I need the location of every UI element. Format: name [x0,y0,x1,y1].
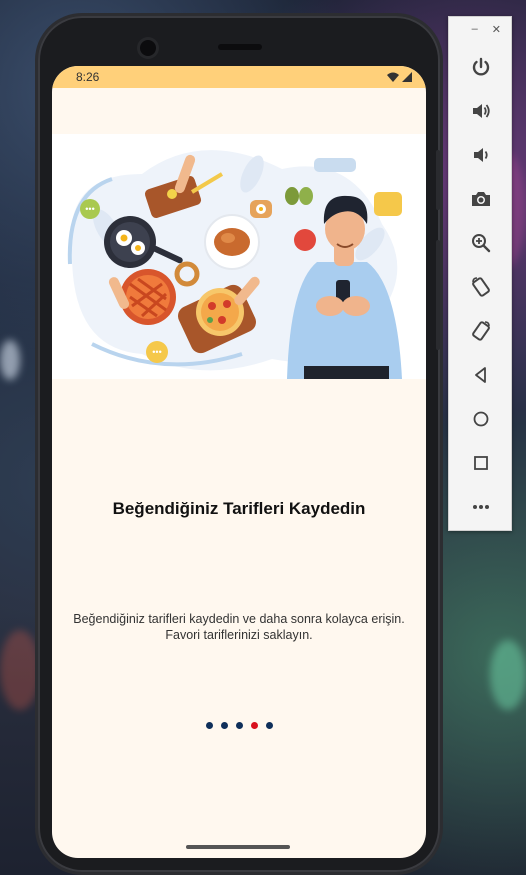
svg-text:•••: ••• [85,204,94,214]
status-bar: 8:26 [52,66,426,88]
phone-screen: 8:26 ••• ••• Beğendiğiniz Tarifleri Kayd… [52,66,426,858]
more-button[interactable] [449,485,513,529]
background-light [0,630,40,710]
emulator-window-controls: – ✕ [449,17,511,45]
rotate-right-button[interactable] [449,309,513,353]
phone-volume-rocker [436,240,440,350]
onboarding-title: Beğendiğiniz Tarifleri Kaydedin [112,499,366,518]
rotate-left-button[interactable] [449,265,513,309]
cellular-signal-icon [402,72,412,82]
back-button[interactable] [449,353,513,397]
svg-text:•••: ••• [152,347,161,357]
minimize-button[interactable]: – [472,23,478,45]
background-light [0,340,20,380]
screenshot-button[interactable] [449,177,513,221]
description-line: Beğendiğiniz tarifleri kaydedin ve daha … [73,612,405,626]
back-icon [475,367,486,383]
zoom-icon [472,234,491,253]
overview-button[interactable] [449,441,513,485]
page-indicator [52,722,426,729]
volume-down-icon [474,148,488,162]
power-icon [472,57,490,76]
close-button[interactable]: ✕ [492,23,501,45]
power-button[interactable] [449,45,513,89]
onboarding-illustration: ••• ••• [52,134,426,380]
home-icon [473,411,489,427]
wifi-icon [387,72,399,82]
food-illustration: ••• ••• [67,150,402,380]
volume-up-icon [473,104,490,118]
camera-icon [472,192,490,206]
front-camera [140,40,156,56]
page-dot[interactable] [265,722,273,729]
home-button[interactable] [449,397,513,441]
overview-icon [474,456,488,470]
volume-down-button[interactable] [449,133,513,177]
gesture-home-bar[interactable] [186,845,290,849]
more-icon [473,505,489,509]
rotate-right-icon [472,321,490,341]
onboarding-description: Beğendiğiniz tarifleri kaydedin ve daha … [64,611,414,643]
page-dot[interactable] [220,722,228,729]
page-dot[interactable] [235,722,243,729]
emulator-toolbar: – ✕ [448,16,512,531]
description-line: Favori tariflerinizi saklayın. [165,628,313,642]
background-light [490,640,526,710]
zoom-button[interactable] [449,221,513,265]
page-dot[interactable] [205,722,213,729]
rotate-left-icon [472,277,490,297]
earpiece-speaker [218,44,262,50]
volume-up-button[interactable] [449,89,513,133]
phone-power-button [436,150,440,210]
page-dot-active[interactable] [250,722,258,729]
status-time: 8:26 [76,70,100,84]
